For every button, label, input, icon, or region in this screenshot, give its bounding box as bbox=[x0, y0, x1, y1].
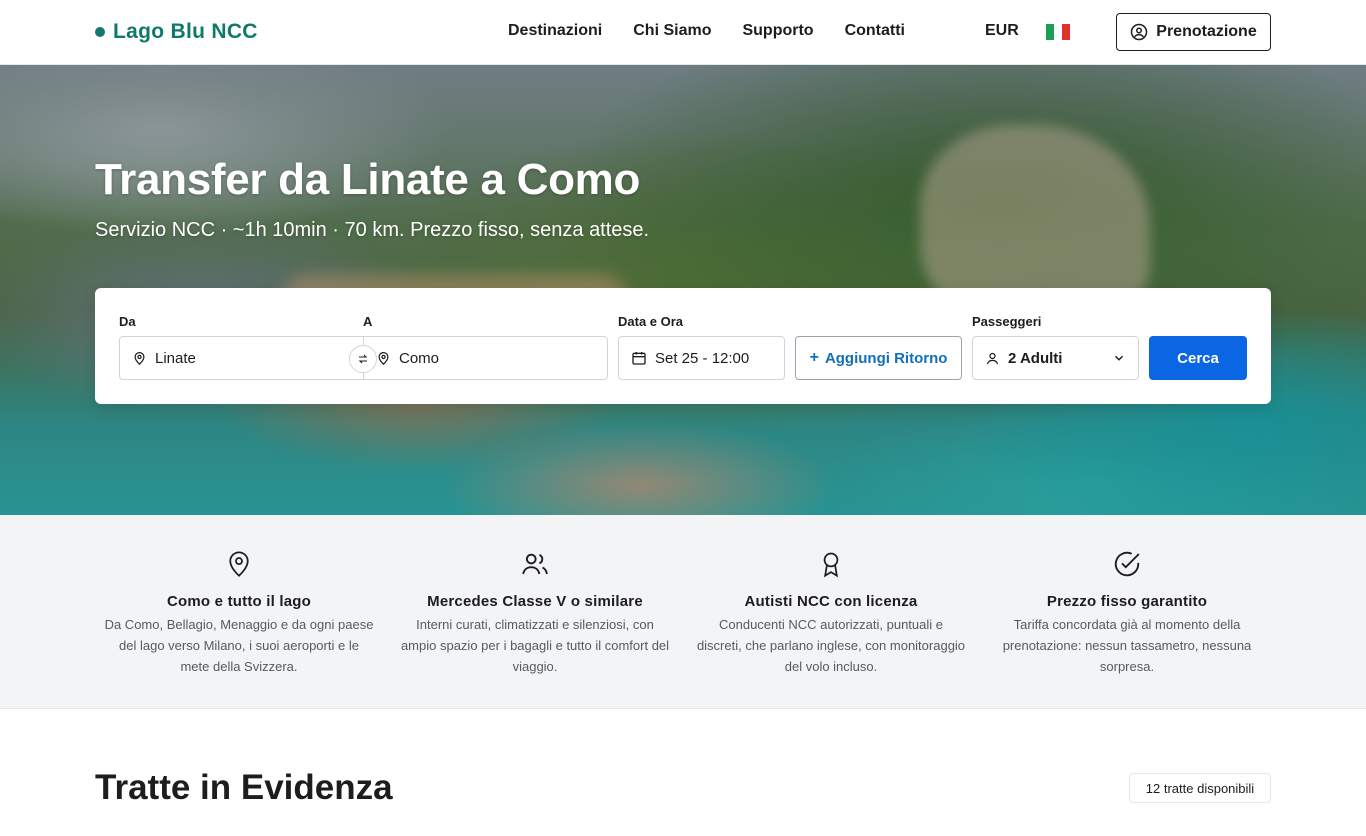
award-icon bbox=[696, 549, 966, 581]
feature-title: Mercedes Classe V o similare bbox=[427, 593, 643, 610]
italy-flag-icon[interactable] bbox=[1046, 24, 1070, 40]
feature-text: Interni curati, climatizzati e silenzios… bbox=[400, 617, 670, 674]
to-input[interactable]: Como bbox=[363, 336, 608, 380]
calendar-icon bbox=[631, 350, 647, 366]
passengers-label: Passeggeri bbox=[972, 314, 1042, 329]
hero-section: Transfer da Linate a Como Servizio NCC ·… bbox=[0, 65, 1366, 515]
swap-arrows-icon bbox=[357, 353, 369, 365]
feature-text: Da Como, Bellagio, Menaggio e da ogni pa… bbox=[104, 617, 374, 674]
feature-item: Como e tutto il lago Da Como, Bellagio, … bbox=[104, 549, 374, 677]
booking-label: Prenotazione bbox=[1156, 23, 1257, 40]
from-value: Linate bbox=[155, 349, 196, 367]
from-input[interactable]: Linate bbox=[119, 336, 364, 380]
main-nav: Destinazioni Chi Siamo Supporto Contatti bbox=[508, 22, 936, 40]
hero-title: Transfer da Linate a Como bbox=[95, 155, 641, 204]
feature-text: Conducenti NCC autorizzati, puntuali e d… bbox=[696, 617, 966, 674]
user-circle-icon bbox=[1130, 23, 1148, 41]
nav-item-contatti[interactable]: Contatti bbox=[845, 22, 905, 40]
date-label: Data e Ora bbox=[618, 314, 684, 329]
site-header: Lago Blu NCC Destinazioni Chi Siamo Supp… bbox=[0, 0, 1366, 65]
feature-item: Autisti NCC con licenza Conducenti NCC a… bbox=[696, 549, 966, 677]
plus-icon: + bbox=[809, 349, 819, 366]
user-icon bbox=[985, 351, 1000, 366]
map-pin-icon bbox=[376, 351, 391, 366]
routes-title: Tratte in Evidenza bbox=[95, 768, 393, 807]
hero-subtitle: Servizio NCC · ~1h 10min · 70 km. Prezzo… bbox=[95, 219, 650, 241]
feature-title: Prezzo fisso garantito bbox=[1046, 593, 1208, 610]
nav-item-destinazioni[interactable]: Destinazioni bbox=[508, 22, 602, 40]
from-label: Da bbox=[119, 314, 136, 329]
brand-dot-icon bbox=[95, 27, 105, 37]
booking-button[interactable]: Prenotazione bbox=[1116, 13, 1271, 51]
features-section: Como e tutto il lago Da Como, Bellagio, … bbox=[0, 515, 1366, 709]
date-value: Set 25 - 12:00 bbox=[655, 349, 750, 367]
passengers-select[interactable]: 2 Adulti bbox=[972, 336, 1139, 380]
add-return-label: Aggiungi Ritorno bbox=[824, 349, 948, 367]
feature-item: Prezzo fisso garantito Tariffa concordat… bbox=[992, 549, 1262, 677]
nav-item-supporto[interactable]: Supporto bbox=[742, 22, 813, 40]
feature-title: Como e tutto il lago bbox=[167, 593, 311, 610]
routes-count-badge: 12 tratte disponibili bbox=[1129, 773, 1271, 803]
map-pin-icon bbox=[104, 549, 374, 581]
map-pin-icon bbox=[132, 351, 147, 366]
search-form: Da A Data e Ora Passeggeri Linate Como S… bbox=[95, 288, 1271, 404]
brand-logo[interactable]: Lago Blu NCC bbox=[95, 20, 258, 44]
chevron-down-icon bbox=[1112, 351, 1126, 365]
date-time-input[interactable]: Set 25 - 12:00 bbox=[618, 336, 785, 380]
add-return-button[interactable]: + Aggiungi Ritorno bbox=[795, 336, 962, 380]
feature-text: Tariffa concordata già al momento della … bbox=[1002, 617, 1252, 674]
currency-selector[interactable]: EUR bbox=[985, 22, 1019, 40]
to-label: A bbox=[363, 314, 373, 329]
brand-name: Lago Blu NCC bbox=[113, 20, 258, 43]
feature-title: Autisti NCC con licenza bbox=[744, 593, 918, 610]
users-icon bbox=[400, 549, 670, 581]
search-button[interactable]: Cerca bbox=[1149, 336, 1247, 380]
nav-item-chi-siamo[interactable]: Chi Siamo bbox=[633, 22, 711, 40]
feature-item: Mercedes Classe V o similare Interni cur… bbox=[400, 549, 670, 677]
passengers-value: 2 Adulti bbox=[1008, 349, 1063, 367]
swap-locations-button[interactable] bbox=[349, 345, 377, 373]
check-circle-icon bbox=[992, 549, 1262, 581]
to-value: Como bbox=[399, 349, 440, 367]
